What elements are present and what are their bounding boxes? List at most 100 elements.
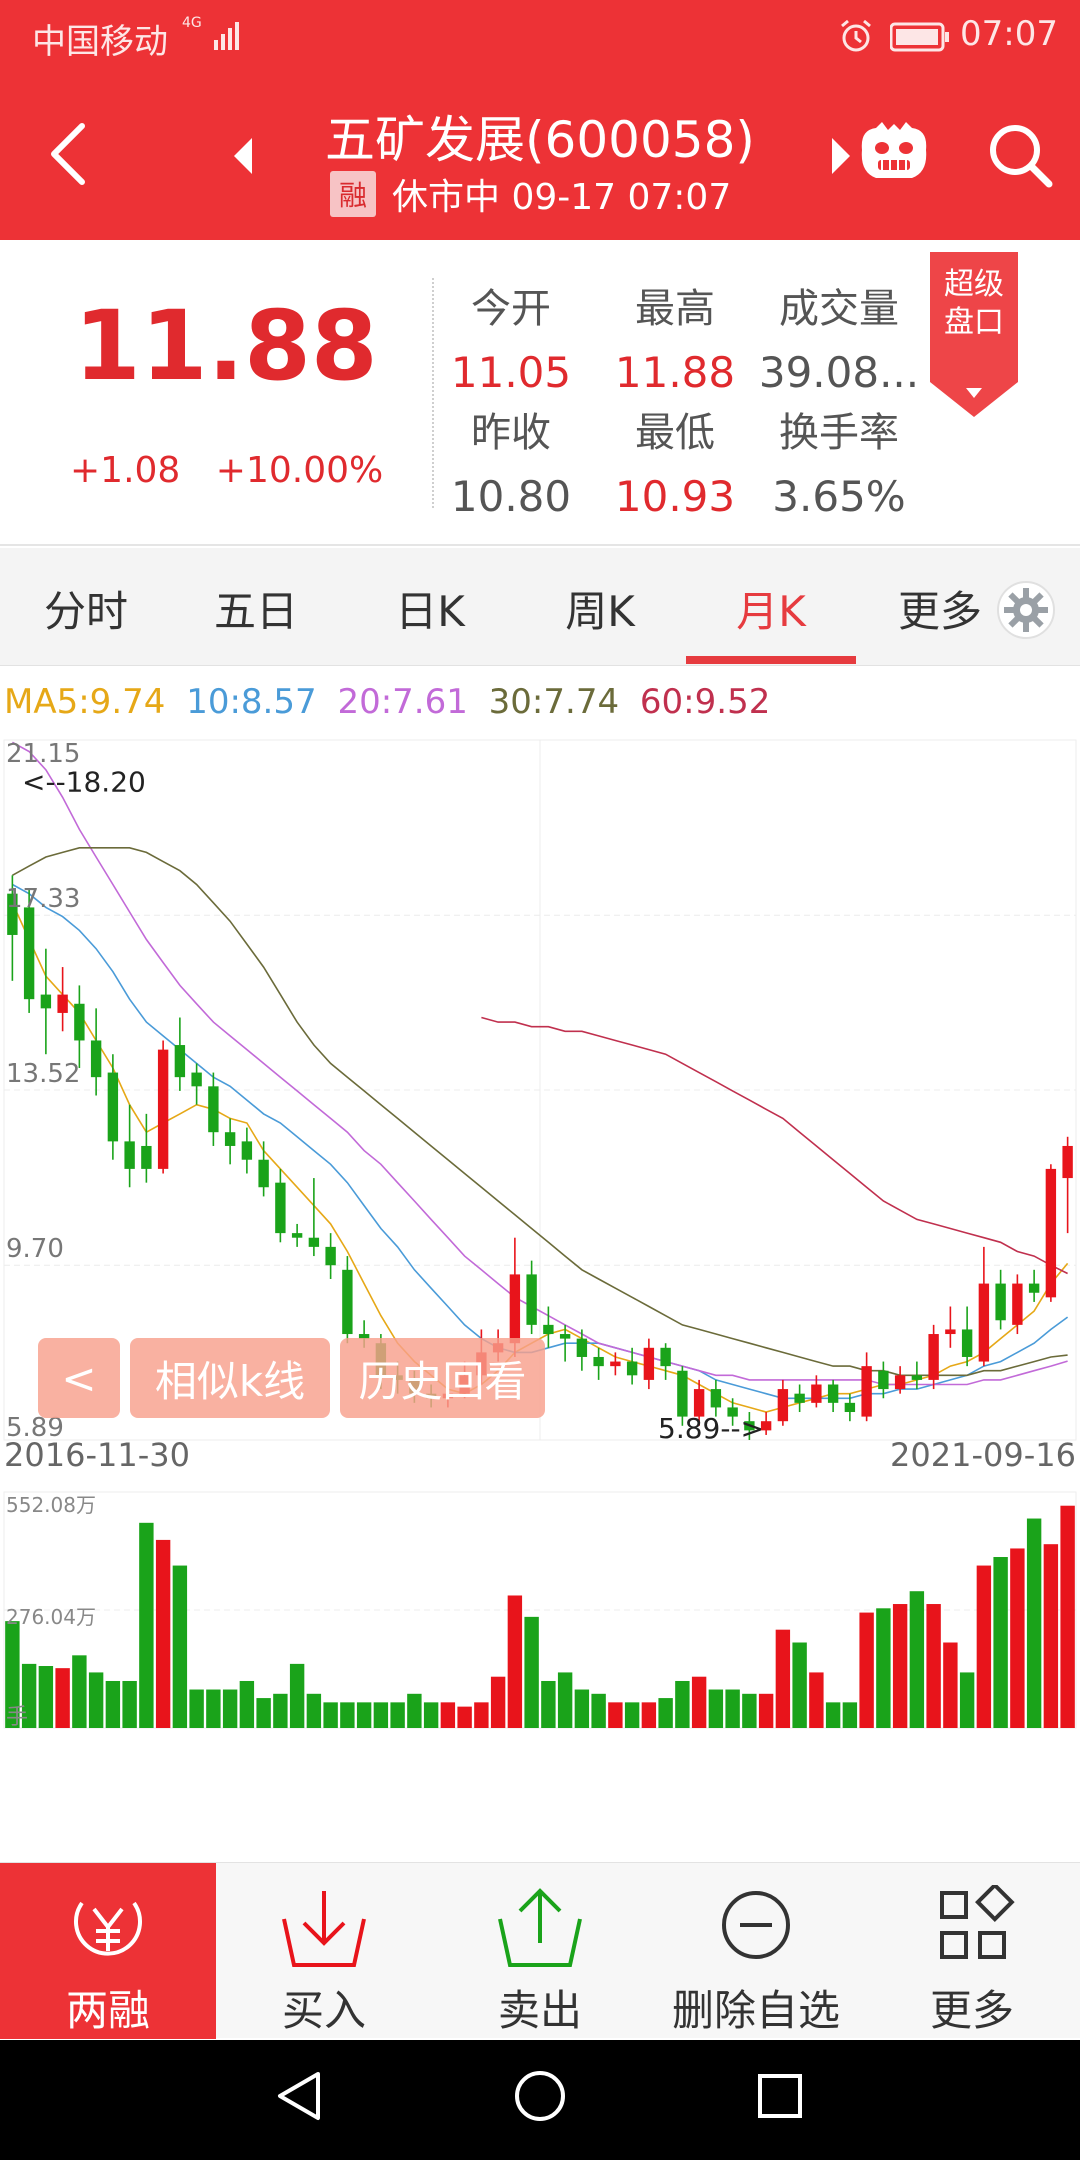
remove-watchlist-button[interactable]: 删除自选 xyxy=(648,1863,864,2039)
volume-bar xyxy=(892,1604,908,1728)
stat-high-label: 最高 xyxy=(635,286,715,332)
volume-bar xyxy=(1060,1505,1075,1728)
volume-bar xyxy=(725,1689,740,1728)
volume-bar xyxy=(809,1672,824,1728)
min-price-annotation: 5.89--> xyxy=(658,1412,764,1445)
candle-body xyxy=(1045,1168,1057,1298)
ma5-value: MA5:9.74 xyxy=(4,682,166,722)
volume-bar xyxy=(675,1680,690,1728)
tab-weekly-k[interactable]: 周K xyxy=(540,578,660,639)
search-icon[interactable] xyxy=(985,120,1055,190)
volume-bar xyxy=(507,1595,523,1728)
stat-low-label: 最低 xyxy=(635,410,715,456)
stat-high-value: 11.88 xyxy=(614,348,736,397)
ma30-value: 30:7.74 xyxy=(488,682,620,722)
volume-bar xyxy=(1026,1518,1042,1728)
rmb-margin-icon xyxy=(74,1901,142,1956)
margin-trading-button[interactable]: 两融 xyxy=(0,1863,216,2039)
volume-bar xyxy=(457,1706,472,1728)
volume-bar xyxy=(256,1698,271,1728)
more-button[interactable]: 更多 xyxy=(864,1863,1080,2039)
stat-turnover-value: 3.65% xyxy=(772,472,906,521)
candle-body xyxy=(978,1283,990,1362)
chart-back-button[interactable]: < xyxy=(38,1338,120,1418)
candle-body xyxy=(57,994,68,1013)
market-status-row: 融 休市中 09-17 07:07 xyxy=(330,170,731,218)
candle-body xyxy=(559,1334,571,1339)
tab-daily-k[interactable]: 日K xyxy=(370,578,490,639)
volume-bar xyxy=(155,1539,171,1728)
candle-body xyxy=(141,1145,152,1169)
stat-open-label: 今开 xyxy=(471,286,551,332)
volume-bar xyxy=(708,1689,724,1728)
volume-bar xyxy=(976,1565,992,1728)
tab-intraday[interactable]: 分时 xyxy=(26,578,146,639)
candle-body xyxy=(995,1283,1006,1321)
nav-recents-icon[interactable] xyxy=(750,2066,810,2126)
mascot-lion-icon[interactable] xyxy=(856,120,932,186)
candle-body xyxy=(543,1324,554,1335)
next-stock-icon[interactable] xyxy=(830,138,850,174)
candle-body xyxy=(1028,1283,1040,1293)
history-review-button[interactable]: 历史回看 xyxy=(340,1338,545,1418)
volume-bar xyxy=(591,1693,606,1728)
nav-home-icon[interactable] xyxy=(510,2066,570,2126)
stat-prev-close-label: 昨收 xyxy=(471,410,551,456)
sell-button[interactable]: 卖出 xyxy=(432,1863,648,2039)
tab-five-day[interactable]: 五日 xyxy=(196,578,316,639)
volume-bar xyxy=(72,1655,87,1728)
chart-period-tabs: 分时 五日 日K 周K 月K 更多 xyxy=(0,548,1080,666)
kline-chart[interactable]: 21.1517.3313.529.705.89<--18.205.89-->20… xyxy=(0,730,1080,1740)
volume-bar xyxy=(742,1693,757,1728)
volume-bar xyxy=(775,1629,791,1728)
more-label: 更多 xyxy=(929,1986,1014,2035)
status-bar: 中国移动 4G 07:07 xyxy=(0,0,1080,76)
volume-bar xyxy=(608,1702,623,1728)
candle-body xyxy=(844,1402,856,1413)
candle-body xyxy=(710,1389,722,1408)
candle-body xyxy=(861,1366,872,1417)
candle-body xyxy=(325,1246,336,1266)
candle-body xyxy=(291,1233,303,1238)
volume-bar xyxy=(88,1672,104,1728)
stat-volume-value: 39.08... xyxy=(758,348,920,397)
candle-body xyxy=(945,1329,956,1335)
volume-bar xyxy=(323,1702,338,1728)
volume-bar xyxy=(390,1702,405,1728)
volume-bar xyxy=(206,1689,221,1728)
volume-bar xyxy=(189,1689,204,1728)
gear-icon[interactable] xyxy=(996,580,1056,640)
stat-turnover-label: 换手率 xyxy=(779,410,899,456)
volume-bar xyxy=(524,1616,539,1728)
tab-more[interactable]: 更多 xyxy=(880,578,1000,639)
volume-bar xyxy=(273,1693,288,1728)
buy-button[interactable]: 买入 xyxy=(216,1863,432,2039)
volume-bar xyxy=(340,1702,355,1728)
volume-bar xyxy=(624,1702,640,1728)
volume-bar xyxy=(859,1612,874,1728)
candle-body xyxy=(23,907,35,1000)
tab-monthly-k[interactable]: 月K xyxy=(711,578,831,639)
candle-body xyxy=(593,1356,604,1367)
quote-panel: 11.88 +1.08 +10.00% 今开 11.05 最高 11.88 成交… xyxy=(0,240,1080,546)
nav-back-icon[interactable] xyxy=(270,2066,330,2126)
volume-bar xyxy=(306,1693,322,1728)
stat-prev-close-value: 10.80 xyxy=(450,472,572,521)
candle-body xyxy=(107,1072,119,1142)
volume-bar xyxy=(909,1591,925,1728)
candle-body xyxy=(342,1269,353,1335)
battery-icon xyxy=(890,22,949,52)
candle-body xyxy=(576,1338,588,1357)
volume-bar xyxy=(423,1702,439,1728)
ma10-value: 10:8.57 xyxy=(186,682,317,722)
volume-tick-label: 276.04万 xyxy=(6,1605,96,1629)
price-change-row: +1.08 +10.00% xyxy=(70,450,407,491)
stock-detail-screen: 中国移动 4G 07:07 五矿发展(600058) 融 休市中 09-17 0… xyxy=(0,0,1080,2160)
price-tick-label: 13.52 xyxy=(6,1059,80,1089)
signal-icon xyxy=(214,22,239,50)
candle-body xyxy=(526,1274,537,1325)
similar-kline-button[interactable]: 相似k线 xyxy=(130,1338,330,1418)
alarm-icon xyxy=(841,19,871,52)
super-orderbook-button[interactable]: 超级 盘口 xyxy=(930,252,1018,417)
candle-body xyxy=(74,1003,85,1041)
